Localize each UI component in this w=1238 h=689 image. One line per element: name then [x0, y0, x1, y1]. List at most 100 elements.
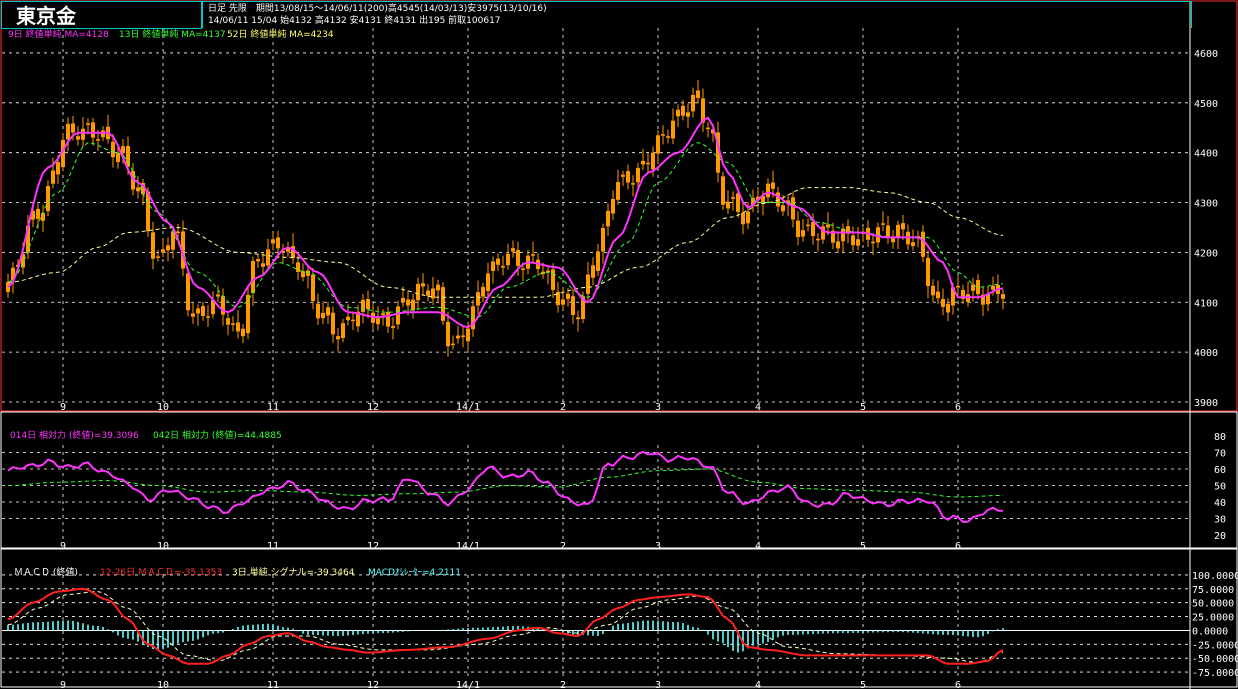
candle-body — [326, 307, 330, 316]
rsi-tick-label: 60 — [1214, 465, 1226, 476]
instrument-title: 東京金 — [16, 4, 76, 28]
last-bar-info: 14/06/11 15/04 始4132 高4132 安4131 終4131 出… — [208, 16, 501, 26]
signal-line — [7, 591, 1004, 664]
macd-x-label: 5 — [860, 680, 866, 689]
price-tick-label: 4400 — [1194, 149, 1218, 160]
candle-body — [71, 123, 75, 133]
price-x-label: 11 — [267, 402, 279, 413]
candle-body — [386, 312, 390, 327]
ma13-line — [7, 142, 1004, 318]
candle-body — [36, 208, 40, 219]
candle-body — [476, 292, 480, 306]
rsi-tick-label: 50 — [1214, 482, 1226, 493]
candle-body — [571, 296, 575, 316]
macd-x-label: 2 — [560, 680, 566, 689]
candle-body — [236, 322, 240, 332]
candle-body — [796, 220, 800, 238]
candle-body — [626, 171, 630, 183]
candle-body — [606, 210, 610, 227]
candle-body — [441, 287, 445, 321]
candle-body — [426, 290, 430, 296]
candle-body — [911, 242, 915, 247]
candle-body — [841, 228, 845, 242]
price-tick-label: 4600 — [1194, 49, 1218, 60]
macd-tick-label: 25.0000 — [1192, 613, 1234, 624]
candle-body — [941, 298, 945, 307]
rsi-x-label: 4 — [755, 541, 761, 552]
candle-body — [401, 297, 405, 303]
rsi-x-label: 3 — [655, 541, 661, 552]
candle-body — [566, 293, 570, 299]
candle-body — [886, 225, 890, 237]
candle-body — [251, 260, 255, 293]
candle-body — [826, 224, 830, 228]
candle-body — [51, 170, 55, 184]
legend-macd: 12-26日 ＭＡＣＤ=-35.1353 — [100, 568, 223, 578]
candle-body — [331, 312, 335, 335]
macd-tick-label: -50.0000 — [1192, 654, 1238, 665]
macd-x-label: 9 — [60, 680, 66, 689]
candle-body — [351, 319, 355, 322]
macd-tick-label: -25.0000 — [1192, 640, 1238, 651]
candle-body — [931, 285, 935, 296]
candle-body — [226, 318, 230, 325]
candle-body — [246, 294, 250, 334]
price-tick-label: 4500 — [1194, 99, 1218, 110]
rsi-x-label: 12 — [367, 541, 379, 552]
candle-body — [341, 323, 345, 339]
candle-body — [956, 285, 960, 288]
legend-osc: MACDｵｼﾚｰﾀｰ=4.2111 — [368, 568, 462, 578]
candle-body — [231, 323, 235, 325]
legend-ma13: 13日 終値単純 MA=4137 — [119, 30, 226, 40]
candle-body — [1001, 294, 1005, 299]
candle-body — [451, 343, 455, 346]
rsi-x-label: 11 — [267, 541, 279, 552]
macd-tick-label: 75.0000 — [1192, 585, 1234, 596]
candle-body — [641, 160, 645, 165]
rsi-tick-label: 40 — [1214, 498, 1226, 509]
candle-body — [416, 283, 420, 301]
candle-body — [671, 120, 675, 139]
candle-body — [551, 269, 555, 290]
candles-group — [6, 80, 1005, 357]
candle-body — [636, 167, 640, 183]
candle-body — [616, 182, 620, 200]
candle-body — [361, 299, 365, 312]
candle-body — [511, 248, 515, 252]
rsi14-line — [7, 450, 1004, 524]
macd-tick-label: 50.0000 — [1192, 599, 1234, 610]
candle-body — [836, 241, 840, 249]
candle-body — [531, 254, 535, 256]
macd-tick-label: 0.0000 — [1192, 626, 1228, 637]
candle-body — [276, 237, 280, 249]
candle-body — [396, 306, 400, 325]
candle-body — [456, 335, 460, 339]
rsi-x-label: 10 — [157, 541, 169, 552]
candle-body — [301, 271, 305, 278]
chart-window: 4600 4500 4400 4300 4200 4100 4000 3900 9 10 11 12 1… — [0, 0, 1238, 689]
candle-body — [206, 316, 210, 318]
ma9-line — [7, 116, 1004, 329]
candle-body — [56, 162, 60, 175]
candle-body — [76, 136, 80, 140]
candle-body — [256, 259, 260, 262]
price-x-label: 6 — [955, 402, 961, 413]
rsi-tick-label: 30 — [1214, 515, 1226, 526]
price-tick-label: 4200 — [1194, 248, 1218, 259]
rsi-tick-label: 80 — [1214, 432, 1226, 443]
candle-body — [791, 197, 795, 220]
candle-body — [241, 328, 245, 337]
candle-body — [741, 212, 745, 225]
candle-body — [491, 261, 495, 271]
rsi-tick-label: 20 — [1214, 531, 1226, 542]
candle-body — [666, 136, 670, 138]
candle-body — [316, 303, 320, 319]
candle-body — [721, 176, 725, 205]
candle-body — [376, 318, 380, 325]
candle-body — [991, 285, 995, 290]
rsi-tick-label: 70 — [1214, 449, 1226, 460]
price-x-label: 4 — [755, 402, 761, 413]
candle-body — [161, 249, 165, 253]
candle-body — [591, 265, 595, 278]
price-x-label: 3 — [655, 402, 661, 413]
